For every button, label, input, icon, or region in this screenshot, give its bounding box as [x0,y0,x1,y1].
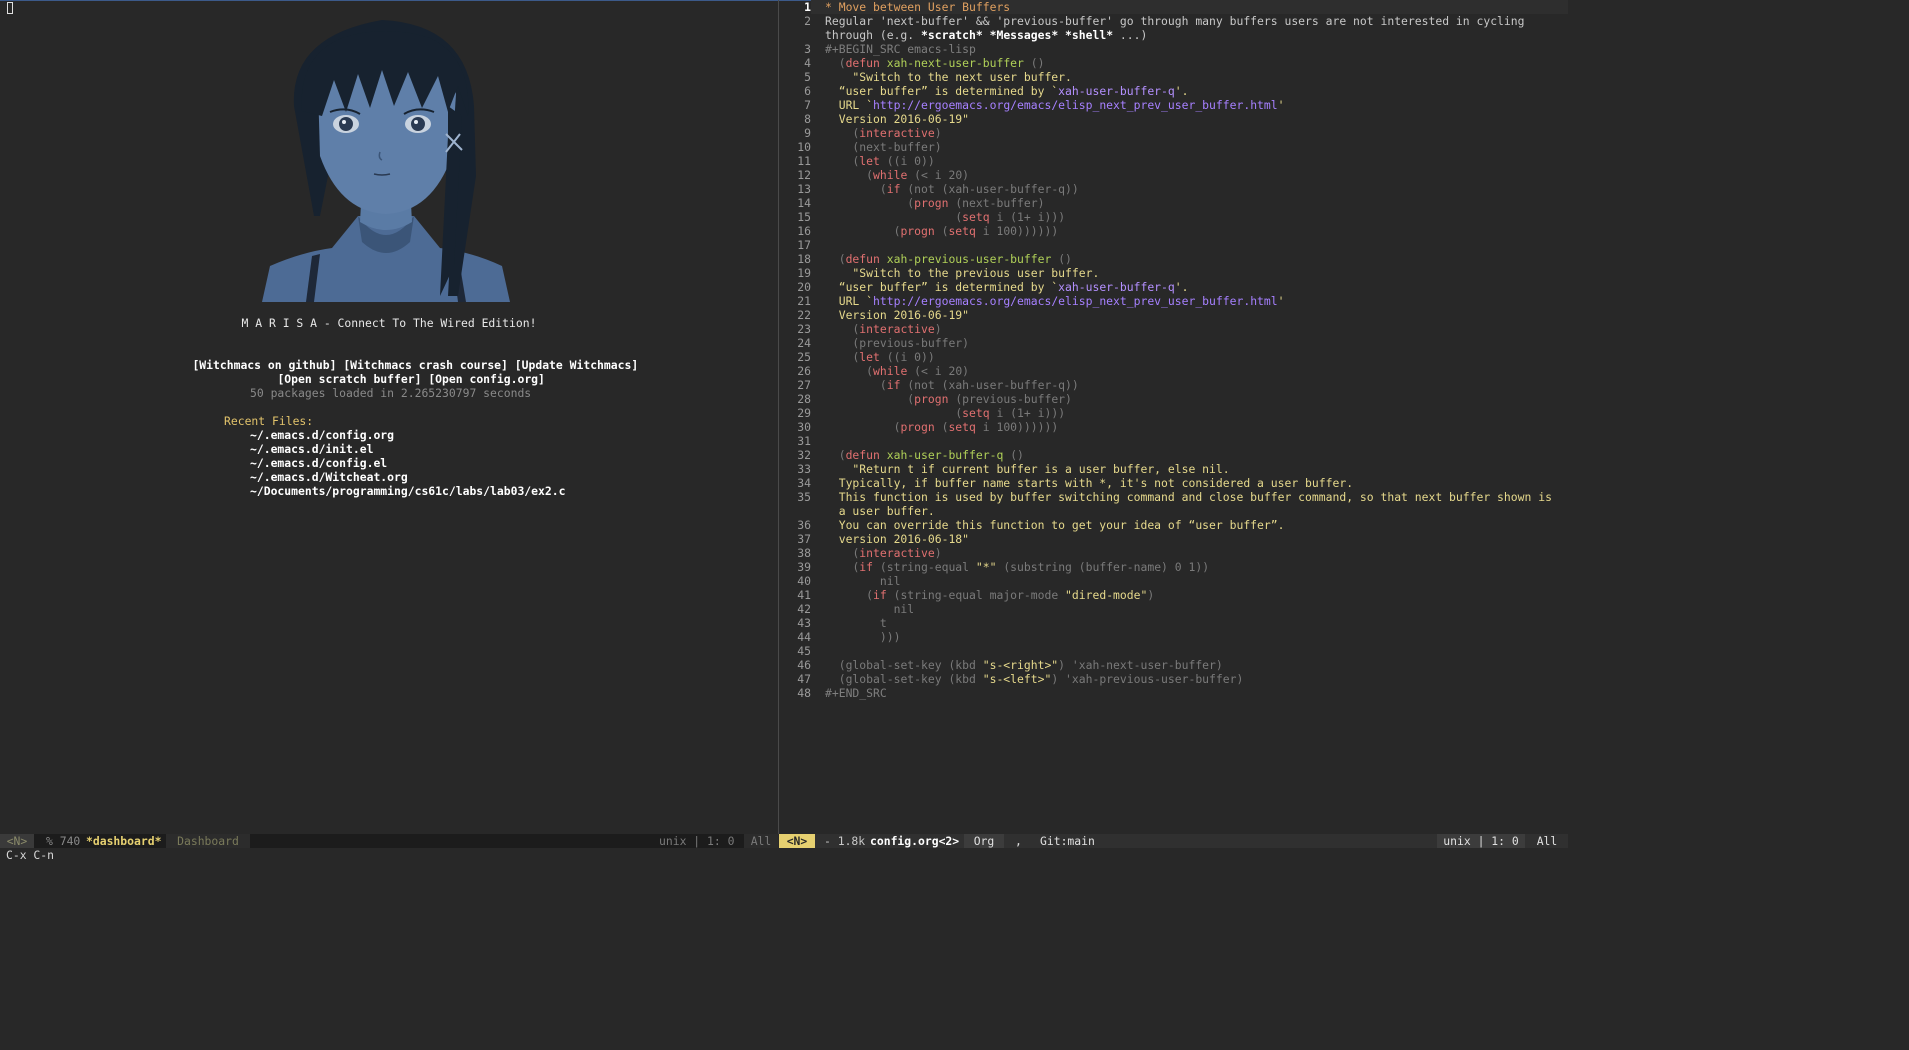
line-number: 21 [797,294,811,308]
line-number: 39 [797,560,811,574]
line-number: 46 [797,658,811,672]
line-number: 6 [804,84,811,98]
line-number: 7 [804,98,811,112]
line-number: 8 [804,112,811,126]
line-number: 14 [797,196,811,210]
line-number: 43 [797,616,811,630]
line-number: 31 [797,434,811,448]
line-number: 40 [797,574,811,588]
evil-state-badge: <N> [0,834,34,848]
scroll-position: All [744,834,778,848]
line-number: 45 [797,644,811,658]
line-number: 15 [797,210,811,224]
dashboard-title: M A R I S A - Connect To The Wired Editi… [241,316,537,330]
line-number: 3 [804,42,811,56]
mode-line-right: <N> - 1.8k config.org<2> Org , Git:main … [779,834,1568,848]
mode-separator: , [1015,834,1022,848]
line-number: 38 [797,546,811,560]
line-number: 47 [797,672,811,686]
line-number: 42 [797,602,811,616]
major-mode[interactable]: Dashboard [166,834,250,848]
buffer-name[interactable]: *dashboard* [86,834,161,848]
line-number: 24 [797,336,811,350]
line-number: 20 [797,280,811,294]
buffer-size: - 1.8k [824,834,866,848]
line-number: 13 [797,182,811,196]
line-number: 41 [797,588,811,602]
line-number: 10 [797,140,811,154]
open-scratch-buffer-button[interactable]: [Open scratch buffer] [277,372,421,386]
line-number: 5 [804,70,811,84]
evil-state-badge: <N> [779,834,815,848]
banner-image [262,16,510,302]
echo-area: C-x C-n [6,848,55,862]
text-cursor [7,2,13,14]
line-number: 29 [797,406,811,420]
line-number: 28 [797,392,811,406]
line-number: 22 [797,308,811,322]
recent-files-heading: Recent Files: [224,414,314,428]
encoding-position: unix | 1: 0 [659,834,735,848]
line-number: 25 [797,350,811,364]
config-org-editor[interactable]: 1 2 3 4 5 6 7 8 9 10 11 12 13 14 15 16 17 18 19 20 21 22 23 24 2… [779,0,1568,834]
line-number: 33 [797,462,811,476]
line-number: 17 [797,238,811,252]
line-number: 12 [797,168,811,182]
line-number: 44 [797,630,811,644]
line-number: 26 [797,364,811,378]
packages-loaded-text: 50 packages loaded in 2.265230797 second… [250,386,532,400]
recent-file-item[interactable]: ~/.emacs.d/init.el [250,442,373,456]
recent-file-item[interactable]: ~/.emacs.d/config.org [250,428,394,442]
vcs-branch[interactable]: Git:main [1040,834,1095,848]
line-number: 35 [797,490,811,504]
recent-file-item[interactable]: ~/.emacs.d/Witcheat.org [250,470,408,484]
line-number: 1 [804,0,811,14]
line-number: 48 [797,686,811,700]
mode-line-left: <N> % 740 *dashboard* Dashboard unix | 1… [0,834,778,848]
line-number: 37 [797,532,811,546]
line-number: 18 [797,252,811,266]
line-number: 19 [797,266,811,280]
line-number: 36 [797,518,811,532]
major-mode[interactable]: Org [964,834,1004,848]
line-number: 34 [797,476,811,490]
recent-file-item[interactable]: ~/.emacs.d/config.el [250,456,387,470]
dashboard-window[interactable]: M A R I S A - Connect To The Wired Editi… [0,0,778,834]
line-number: 4 [804,56,811,70]
encoding-position: unix | 1: 0 [1437,834,1525,848]
buffer-info: % 740 [46,834,81,848]
recent-file-item[interactable]: ~/Documents/programming/cs61c/labs/lab03… [250,484,565,498]
line-number: 27 [797,378,811,392]
scroll-position: All [1536,834,1558,848]
line-number: 23 [797,322,811,336]
line-number: 30 [797,420,811,434]
line-number: 2 [804,14,811,28]
line-number: 16 [797,224,811,238]
line-number: 9 [804,126,811,140]
line-number: 11 [797,154,811,168]
buffer-name[interactable]: config.org<2> [870,834,959,848]
line-number: 32 [797,448,811,462]
open-config-org-button[interactable]: [Open config.org] [428,372,545,386]
